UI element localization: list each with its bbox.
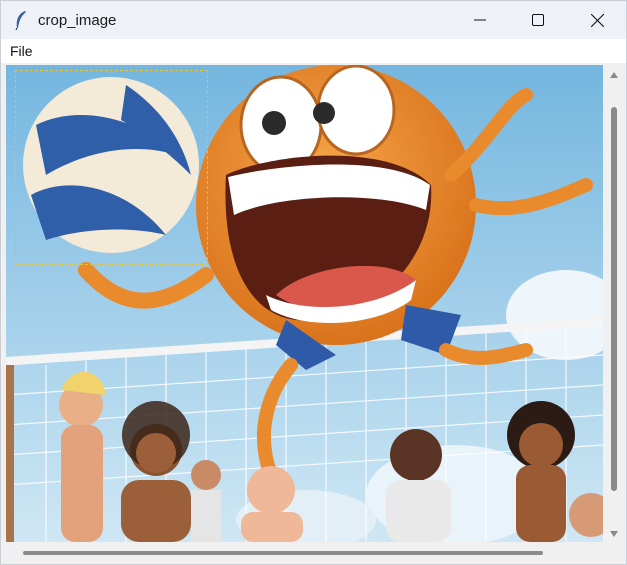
window-title: crop_image [38,11,117,29]
title-bar[interactable]: crop_image [1,1,626,39]
close-button[interactable] [568,1,626,39]
menu-file[interactable]: File [10,43,33,59]
scroll-up-arrow-icon[interactable] [609,71,619,79]
horizontal-scrollbar[interactable] [6,544,603,560]
feather-icon [15,11,26,30]
minimize-button[interactable] [451,1,509,39]
maximize-button[interactable] [509,1,567,39]
maximize-icon [532,14,544,26]
close-icon [590,13,604,27]
horizontal-scroll-thumb[interactable] [23,551,543,555]
crop-selection-rectangle[interactable] [15,70,208,265]
image-canvas[interactable] [6,65,603,542]
vertical-scrollbar[interactable] [605,65,623,542]
vertical-scroll-thumb[interactable] [611,107,617,491]
scroll-down-arrow-icon[interactable] [609,530,619,538]
minimize-icon [474,19,486,21]
app-window: crop_image File [0,0,627,565]
menu-bar: File [1,39,626,63]
